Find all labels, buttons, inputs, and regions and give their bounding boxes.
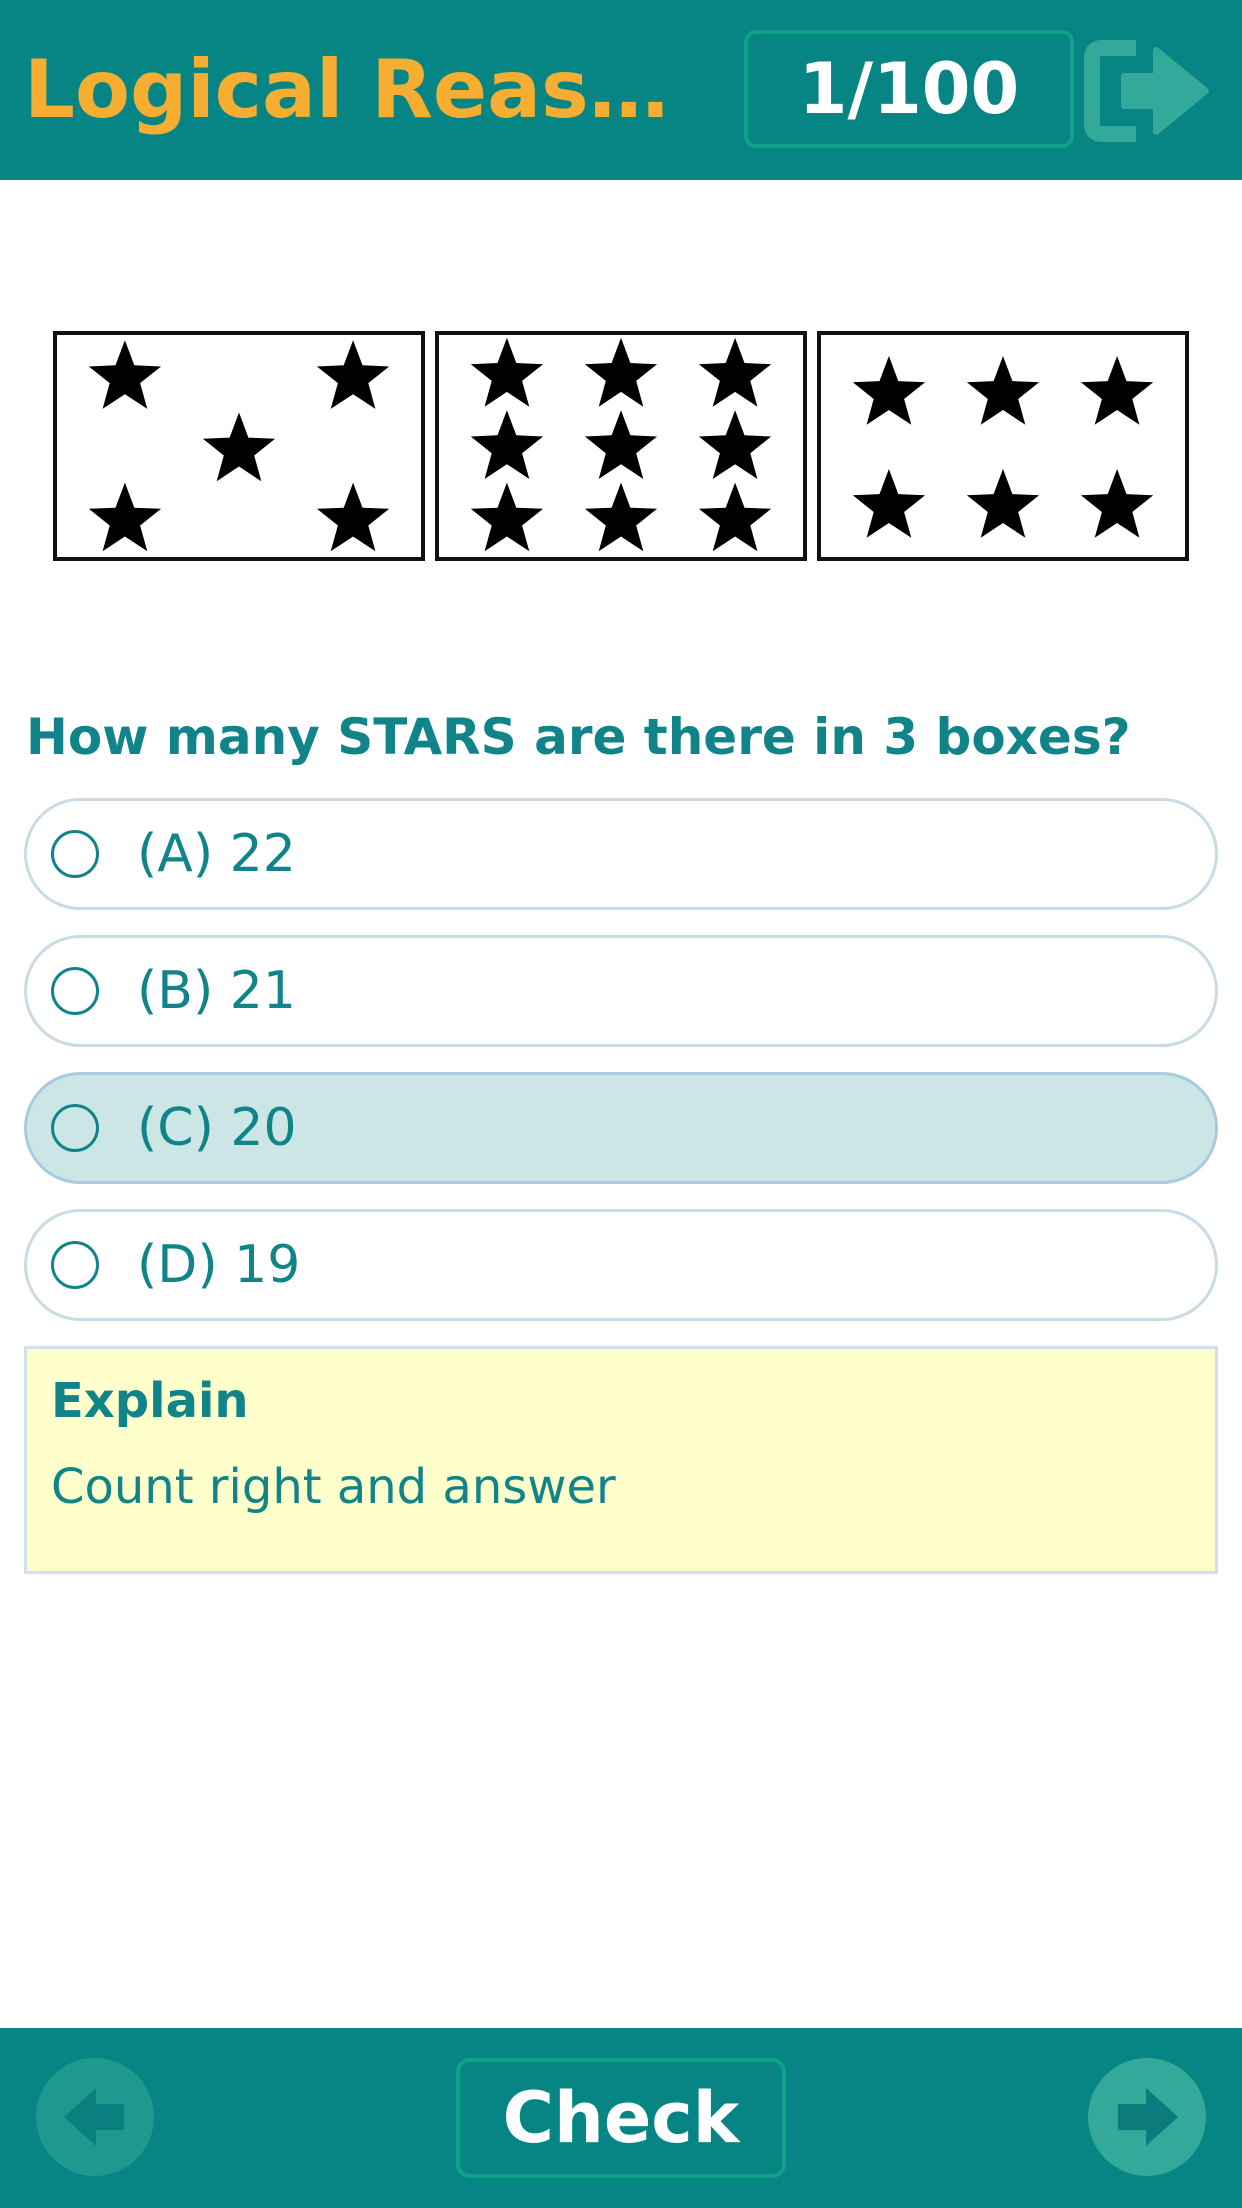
exit-button[interactable] [1084, 36, 1214, 146]
explain-text: Count right and answer [51, 1459, 616, 1515]
footer-bar: Check [0, 2028, 1242, 2208]
puzzle-image [52, 330, 1192, 574]
option-a[interactable]: (A) 22 [24, 798, 1218, 910]
option-d[interactable]: (D) 19 [24, 1209, 1218, 1321]
arrow-right-icon [1118, 2088, 1178, 2146]
question-text: How many STARS are there in 3 boxes? [26, 708, 1131, 766]
radio-icon[interactable] [51, 967, 99, 1015]
app-title: Logical Reasoning [24, 43, 714, 136]
option-c[interactable]: (C) 20 [24, 1072, 1218, 1184]
header-bar: Logical Reasoning 1/100 [0, 0, 1242, 180]
explain-title: Explain [51, 1373, 249, 1429]
check-button[interactable]: Check [456, 2058, 786, 2178]
arrow-left-icon [64, 2088, 124, 2146]
option-label: (C) 20 [137, 1098, 297, 1158]
previous-button[interactable] [36, 2058, 154, 2176]
option-label: (A) 22 [137, 824, 296, 884]
next-button[interactable] [1088, 2058, 1206, 2176]
option-label: (B) 21 [137, 961, 296, 1021]
radio-icon[interactable] [51, 1241, 99, 1289]
radio-icon[interactable] [51, 1104, 99, 1152]
question-counter: 1/100 [744, 30, 1074, 148]
option-label: (D) 19 [137, 1235, 301, 1295]
exit-arrow-icon [1084, 40, 1209, 142]
quiz-screen: Logical Reasoning 1/100 How many STARS a… [0, 0, 1242, 2208]
radio-icon[interactable] [51, 830, 99, 878]
explain-panel: Explain Count right and answer [24, 1346, 1218, 1574]
option-b[interactable]: (B) 21 [24, 935, 1218, 1047]
